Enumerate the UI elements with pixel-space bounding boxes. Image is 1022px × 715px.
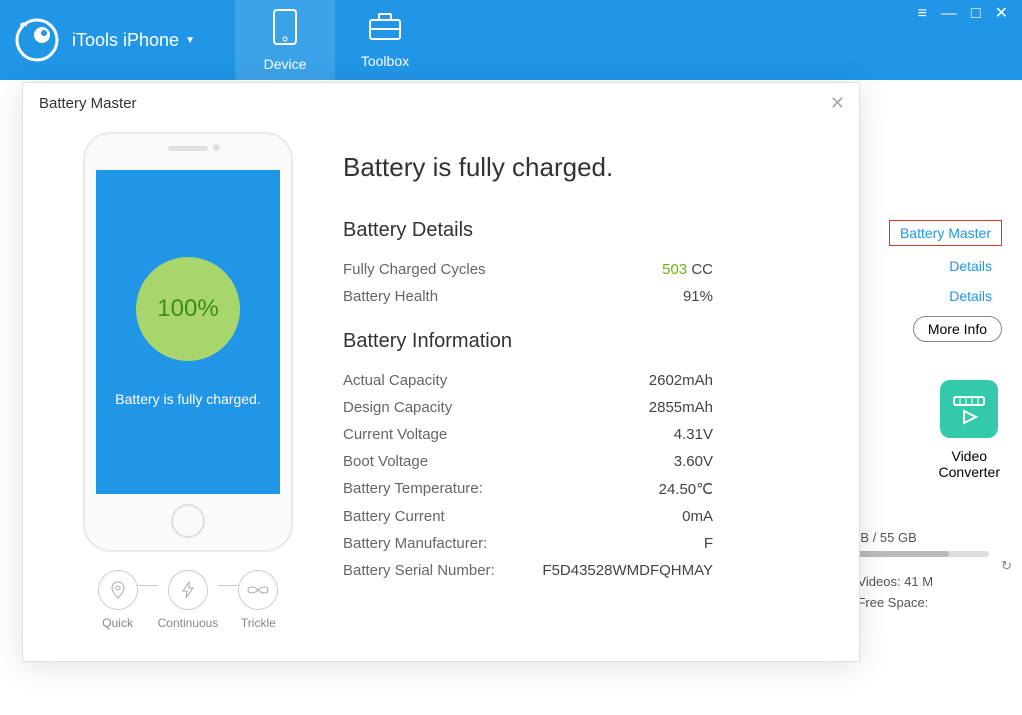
charge-modes: Quick Continuous Trickle bbox=[83, 570, 293, 630]
cycles-value: 503 bbox=[662, 261, 687, 278]
side-links: Battery Master Details Details More Info bbox=[889, 220, 1002, 342]
row-design-capacity: Design Capacity 2855mAh bbox=[343, 394, 713, 421]
video-converter-label: Video Converter bbox=[939, 448, 1000, 480]
battery-master-link[interactable]: Battery Master bbox=[889, 220, 1002, 246]
mode-trickle-label: Trickle bbox=[241, 616, 276, 630]
cvolt-value: 4.31V bbox=[674, 426, 713, 443]
row-current: Battery Current 0mA bbox=[343, 503, 713, 530]
maximize-button[interactable]: □ bbox=[971, 6, 981, 22]
details-title: Battery Details bbox=[343, 219, 829, 242]
title-bar: iTools iPhone ▼ Device Toolbox ≡ — □ ✕ bbox=[0, 0, 1022, 80]
storage-summary: 8 GB / 55 GB bbox=[839, 530, 1022, 545]
health-label: Battery Health bbox=[343, 288, 438, 305]
menu-icon[interactable]: ≡ bbox=[918, 6, 927, 22]
status-heading: Battery is fully charged. bbox=[343, 152, 829, 183]
window-controls: ≡ — □ ✕ bbox=[918, 6, 1008, 22]
mode-continuous[interactable]: Continuous bbox=[158, 570, 219, 630]
phone-status-text: Battery is fully charged. bbox=[115, 391, 261, 407]
bvolt-value: 3.60V bbox=[674, 453, 713, 470]
details-link-2[interactable]: Details bbox=[939, 286, 1002, 306]
chevron-down-icon: ▼ bbox=[185, 35, 195, 46]
bvolt-label: Boot Voltage bbox=[343, 453, 428, 470]
legend-free-text: Free Space: bbox=[857, 595, 928, 610]
storage-bar bbox=[839, 551, 989, 557]
app-title-text: iTools iPhone bbox=[72, 30, 179, 51]
info-title: Battery Information bbox=[343, 330, 829, 353]
video-converter-tool[interactable]: Video Converter bbox=[939, 380, 1000, 480]
row-serial: Battery Serial Number: F5D43528WMDFQHMAY bbox=[343, 557, 713, 584]
tab-device-label: Device bbox=[264, 56, 307, 72]
modal-title: Battery Master bbox=[39, 95, 137, 112]
storage-info: 8 GB / 55 GB ↻ Videos: 41 M Free Space: bbox=[839, 530, 1022, 616]
serial-label: Battery Serial Number: bbox=[343, 562, 495, 579]
row-boot-voltage: Boot Voltage 3.60V bbox=[343, 448, 713, 475]
refresh-icon[interactable]: ↻ bbox=[1001, 558, 1012, 574]
legend-videos: Videos: 41 M bbox=[839, 574, 1022, 589]
actual-value: 2602mAh bbox=[649, 372, 713, 389]
pin-icon bbox=[98, 570, 138, 610]
close-button[interactable]: ✕ bbox=[995, 6, 1008, 22]
infinity-icon bbox=[238, 570, 278, 610]
tab-device[interactable]: Device bbox=[235, 0, 335, 80]
app-title-dropdown[interactable]: iTools iPhone ▼ bbox=[72, 30, 195, 51]
device-icon bbox=[271, 9, 299, 48]
battery-master-modal: Battery Master ✕ 100% Battery is fully c… bbox=[22, 82, 860, 662]
bolt-icon bbox=[168, 570, 208, 610]
details-link-1[interactable]: Details bbox=[939, 256, 1002, 276]
tab-toolbox-label: Toolbox bbox=[361, 53, 409, 69]
video-converter-icon bbox=[940, 380, 998, 438]
manu-value: F bbox=[704, 535, 713, 552]
actual-label: Actual Capacity bbox=[343, 372, 447, 389]
tab-toolbox[interactable]: Toolbox bbox=[335, 0, 435, 80]
design-label: Design Capacity bbox=[343, 399, 452, 416]
minimize-button[interactable]: — bbox=[941, 6, 957, 22]
health-value: 91% bbox=[683, 288, 713, 305]
row-manufacturer: Battery Manufacturer: F bbox=[343, 530, 713, 557]
design-value: 2855mAh bbox=[649, 399, 713, 416]
battery-percent-circle: 100% bbox=[136, 257, 240, 361]
app-logo bbox=[12, 15, 62, 65]
modal-close-icon[interactable]: ✕ bbox=[830, 93, 845, 114]
serial-value: F5D43528WMDFQHMAY bbox=[542, 562, 713, 579]
row-cycles: Fully Charged Cycles 503 CC bbox=[343, 256, 713, 283]
row-current-voltage: Current Voltage 4.31V bbox=[343, 421, 713, 448]
info-panel: Battery is fully charged. Battery Detail… bbox=[343, 132, 829, 630]
legend-free: Free Space: bbox=[839, 595, 1022, 610]
row-health: Battery Health 91% bbox=[343, 283, 713, 310]
mode-trickle[interactable]: Trickle bbox=[238, 570, 278, 630]
current-value: 0mA bbox=[682, 508, 713, 525]
cvolt-label: Current Voltage bbox=[343, 426, 447, 443]
row-actual-capacity: Actual Capacity 2602mAh bbox=[343, 367, 713, 394]
mode-quick-label: Quick bbox=[102, 616, 133, 630]
legend-videos-text: Videos: 41 M bbox=[857, 574, 933, 589]
modal-header: Battery Master ✕ bbox=[23, 83, 859, 122]
more-info-button[interactable]: More Info bbox=[913, 316, 1002, 342]
current-label: Battery Current bbox=[343, 508, 445, 525]
cycles-unit: CC bbox=[691, 261, 713, 278]
left-panel: 100% Battery is fully charged. Quick Con… bbox=[83, 132, 293, 630]
toolbox-icon bbox=[367, 12, 403, 45]
mode-continuous-label: Continuous bbox=[158, 616, 219, 630]
row-temperature: Battery Temperature: 24.50℃ bbox=[343, 475, 713, 503]
temp-label: Battery Temperature: bbox=[343, 480, 483, 498]
top-tabs: Device Toolbox bbox=[235, 0, 435, 80]
phone-illustration: 100% Battery is fully charged. bbox=[83, 132, 293, 552]
temp-value: 24.50℃ bbox=[659, 480, 713, 498]
mode-quick[interactable]: Quick bbox=[98, 570, 138, 630]
manu-label: Battery Manufacturer: bbox=[343, 535, 487, 552]
cycles-label: Fully Charged Cycles bbox=[343, 261, 486, 278]
